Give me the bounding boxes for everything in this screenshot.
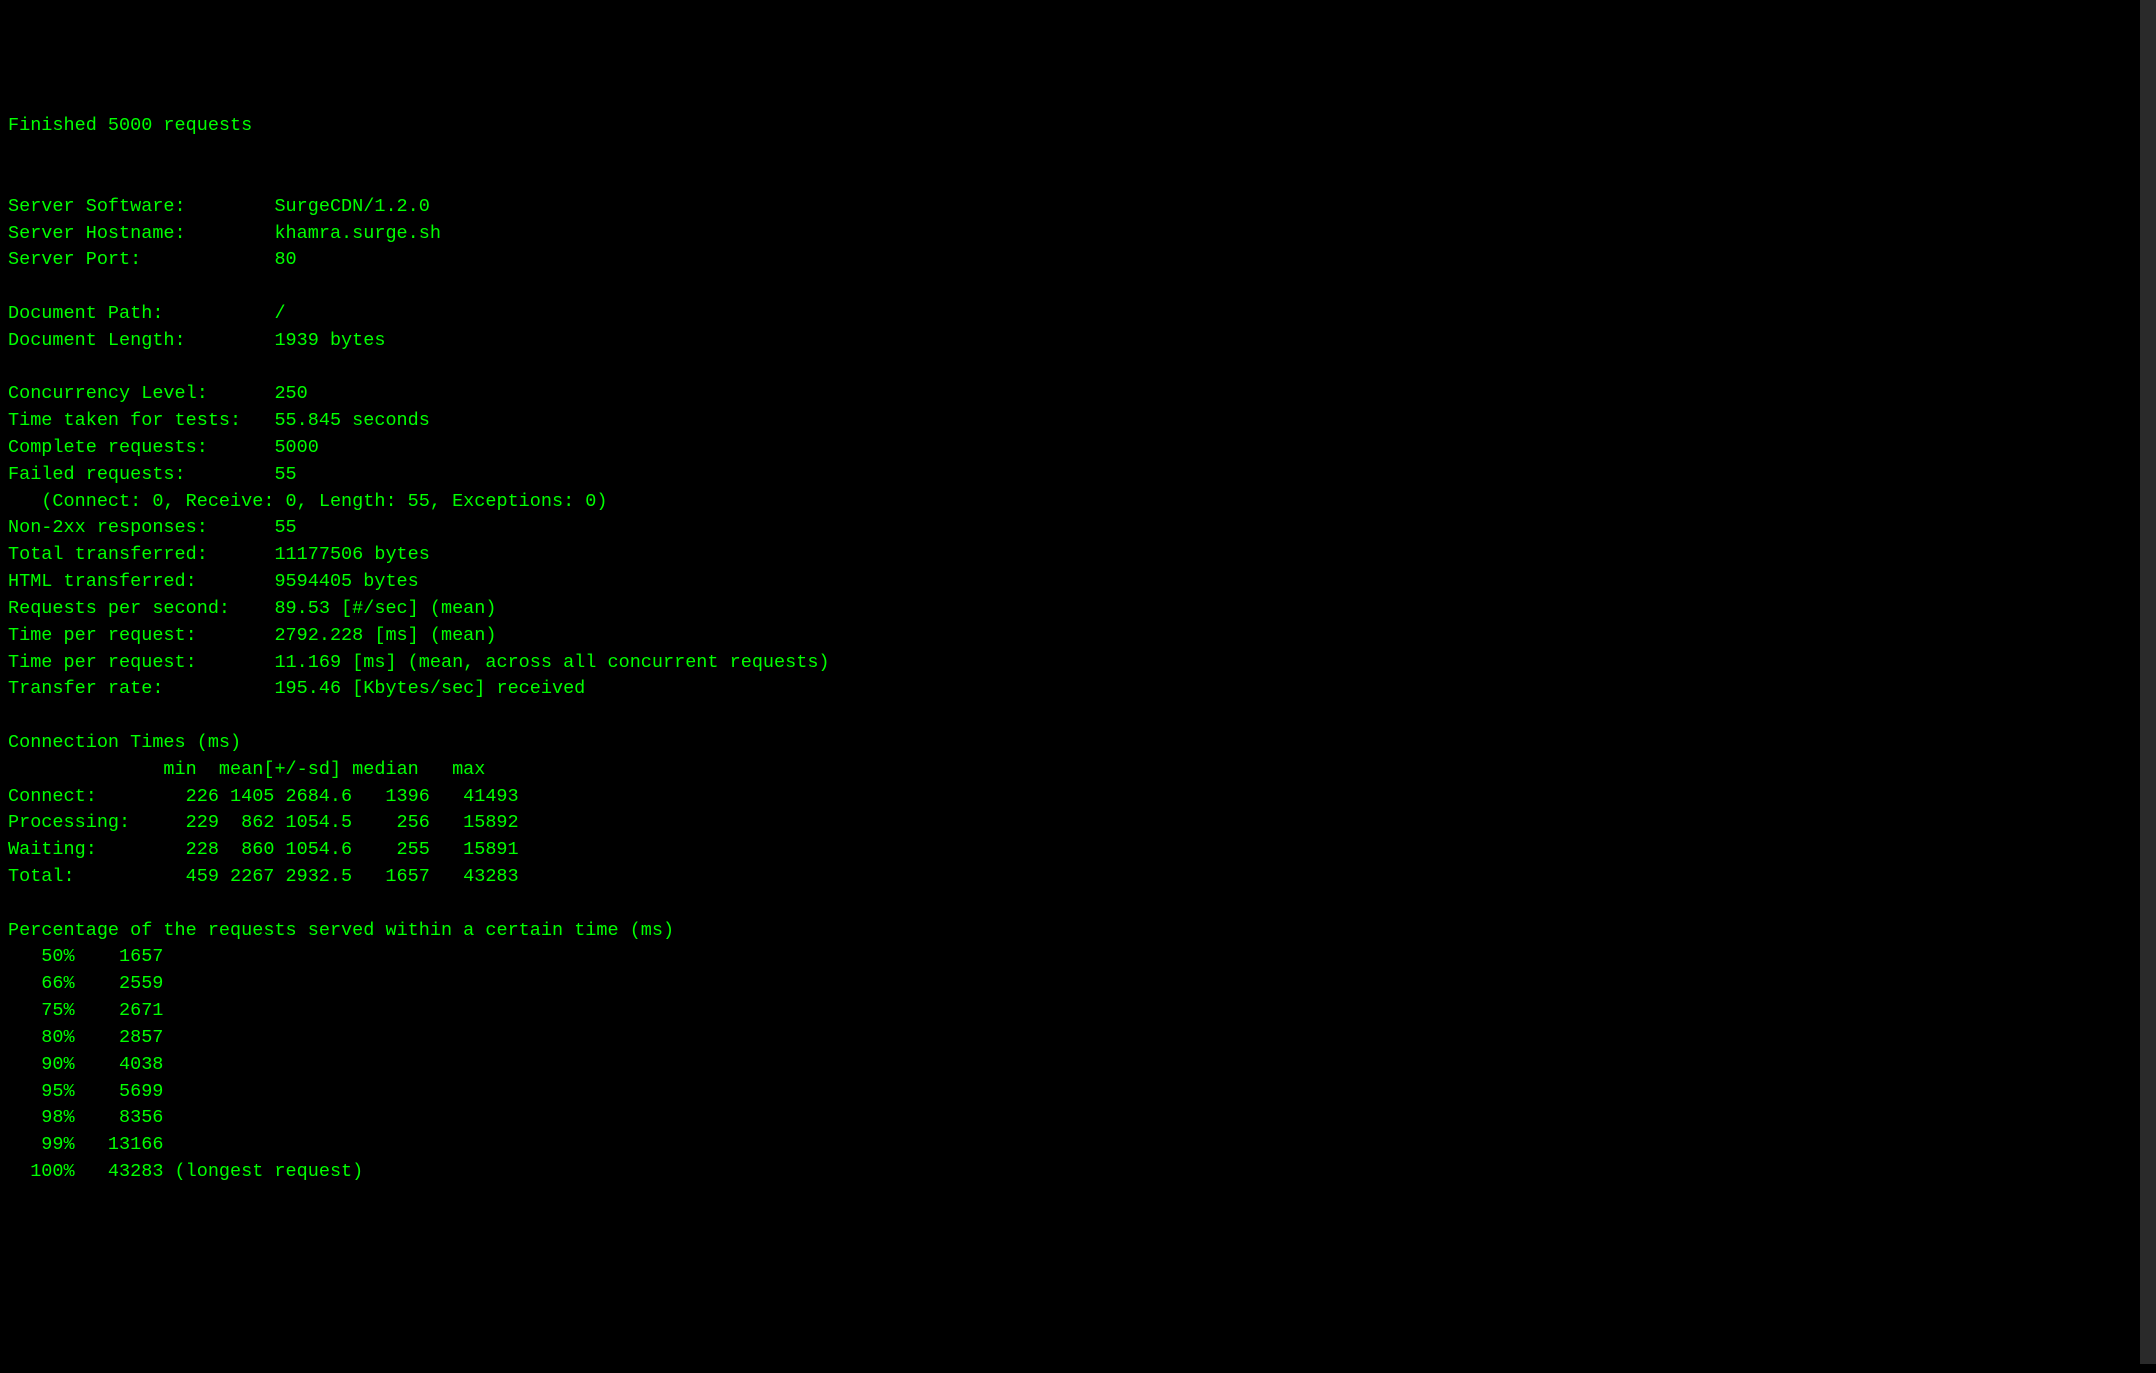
- document-path-label: Document Path:: [8, 301, 274, 328]
- total-transferred-value: 11177506 bytes: [274, 544, 429, 565]
- complete-requests-value: 5000: [274, 437, 318, 458]
- document-length-label: Document Length:: [8, 328, 274, 355]
- server-hostname-label: Server Hostname:: [8, 221, 274, 248]
- terminal-output: Finished 5000 requests Server Software:S…: [8, 113, 2148, 1186]
- transfer-rate-value: 195.46 [Kbytes/sec] received: [274, 678, 585, 699]
- percentile-row-95: 95%5699: [8, 1081, 175, 1102]
- finished-line: Finished 5000 requests: [8, 115, 252, 136]
- connection-times-row-connect: Connect:22614052684.6139641493: [8, 786, 519, 807]
- server-hostname-value: khamra.surge.sh: [274, 223, 441, 244]
- percentile-row-99: 99%13166: [8, 1134, 175, 1155]
- non-2xx-value: 55: [274, 517, 296, 538]
- failed-requests-breakdown: (Connect: 0, Receive: 0, Length: 55, Exc…: [8, 491, 608, 512]
- html-transferred-label: HTML transferred:: [8, 569, 274, 596]
- time-taken-label: Time taken for tests:: [8, 408, 274, 435]
- tpr2-value: 11.169 [ms] (mean, across all concurrent…: [274, 652, 829, 673]
- document-length-value: 1939 bytes: [274, 330, 385, 351]
- percentile-row-50: 50%1657: [8, 946, 175, 967]
- tpr1-value: 2792.228 [ms] (mean): [274, 625, 496, 646]
- percentile-row-98: 98%8356: [8, 1107, 175, 1128]
- rps-label: Requests per second:: [8, 596, 274, 623]
- concurrency-label: Concurrency Level:: [8, 381, 274, 408]
- percentile-row-66: 66%2559: [8, 973, 175, 994]
- connection-times-row-processing: Processing:2298621054.525615892: [8, 812, 519, 833]
- tpr2-label: Time per request:: [8, 650, 274, 677]
- connection-times-heading: Connection Times (ms): [8, 732, 241, 753]
- concurrency-value: 250: [274, 383, 307, 404]
- tpr1-label: Time per request:: [8, 623, 274, 650]
- transfer-rate-label: Transfer rate:: [8, 676, 274, 703]
- percentile-row-75: 75%2671: [8, 1000, 175, 1021]
- server-port-label: Server Port:: [8, 247, 274, 274]
- server-port-value: 80: [274, 249, 296, 270]
- connection-times-row-waiting: Waiting:2288601054.625515891: [8, 839, 519, 860]
- non-2xx-label: Non-2xx responses:: [8, 515, 274, 542]
- server-software-label: Server Software:: [8, 194, 274, 221]
- percentile-row-80: 80%2857: [8, 1027, 175, 1048]
- vertical-scrollbar[interactable]: [2140, 0, 2156, 1364]
- document-path-value: /: [274, 303, 285, 324]
- connection-times-row-total: Total:45922672932.5165743283: [8, 866, 519, 887]
- percentile-row-90: 90%4038: [8, 1054, 175, 1075]
- html-transferred-value: 9594405 bytes: [274, 571, 418, 592]
- server-software-value: SurgeCDN/1.2.0: [274, 196, 429, 217]
- time-taken-value: 55.845 seconds: [274, 410, 429, 431]
- percentile-row-100: 100%43283(longest request): [8, 1161, 363, 1182]
- connection-times-header-row: min mean[+/-sd] median max: [8, 759, 485, 780]
- total-transferred-label: Total transferred:: [8, 542, 274, 569]
- failed-requests-value: 55: [274, 464, 296, 485]
- percentiles-heading: Percentage of the requests served within…: [8, 920, 674, 941]
- rps-value: 89.53 [#/sec] (mean): [274, 598, 496, 619]
- failed-requests-label: Failed requests:: [8, 462, 274, 489]
- complete-requests-label: Complete requests:: [8, 435, 274, 462]
